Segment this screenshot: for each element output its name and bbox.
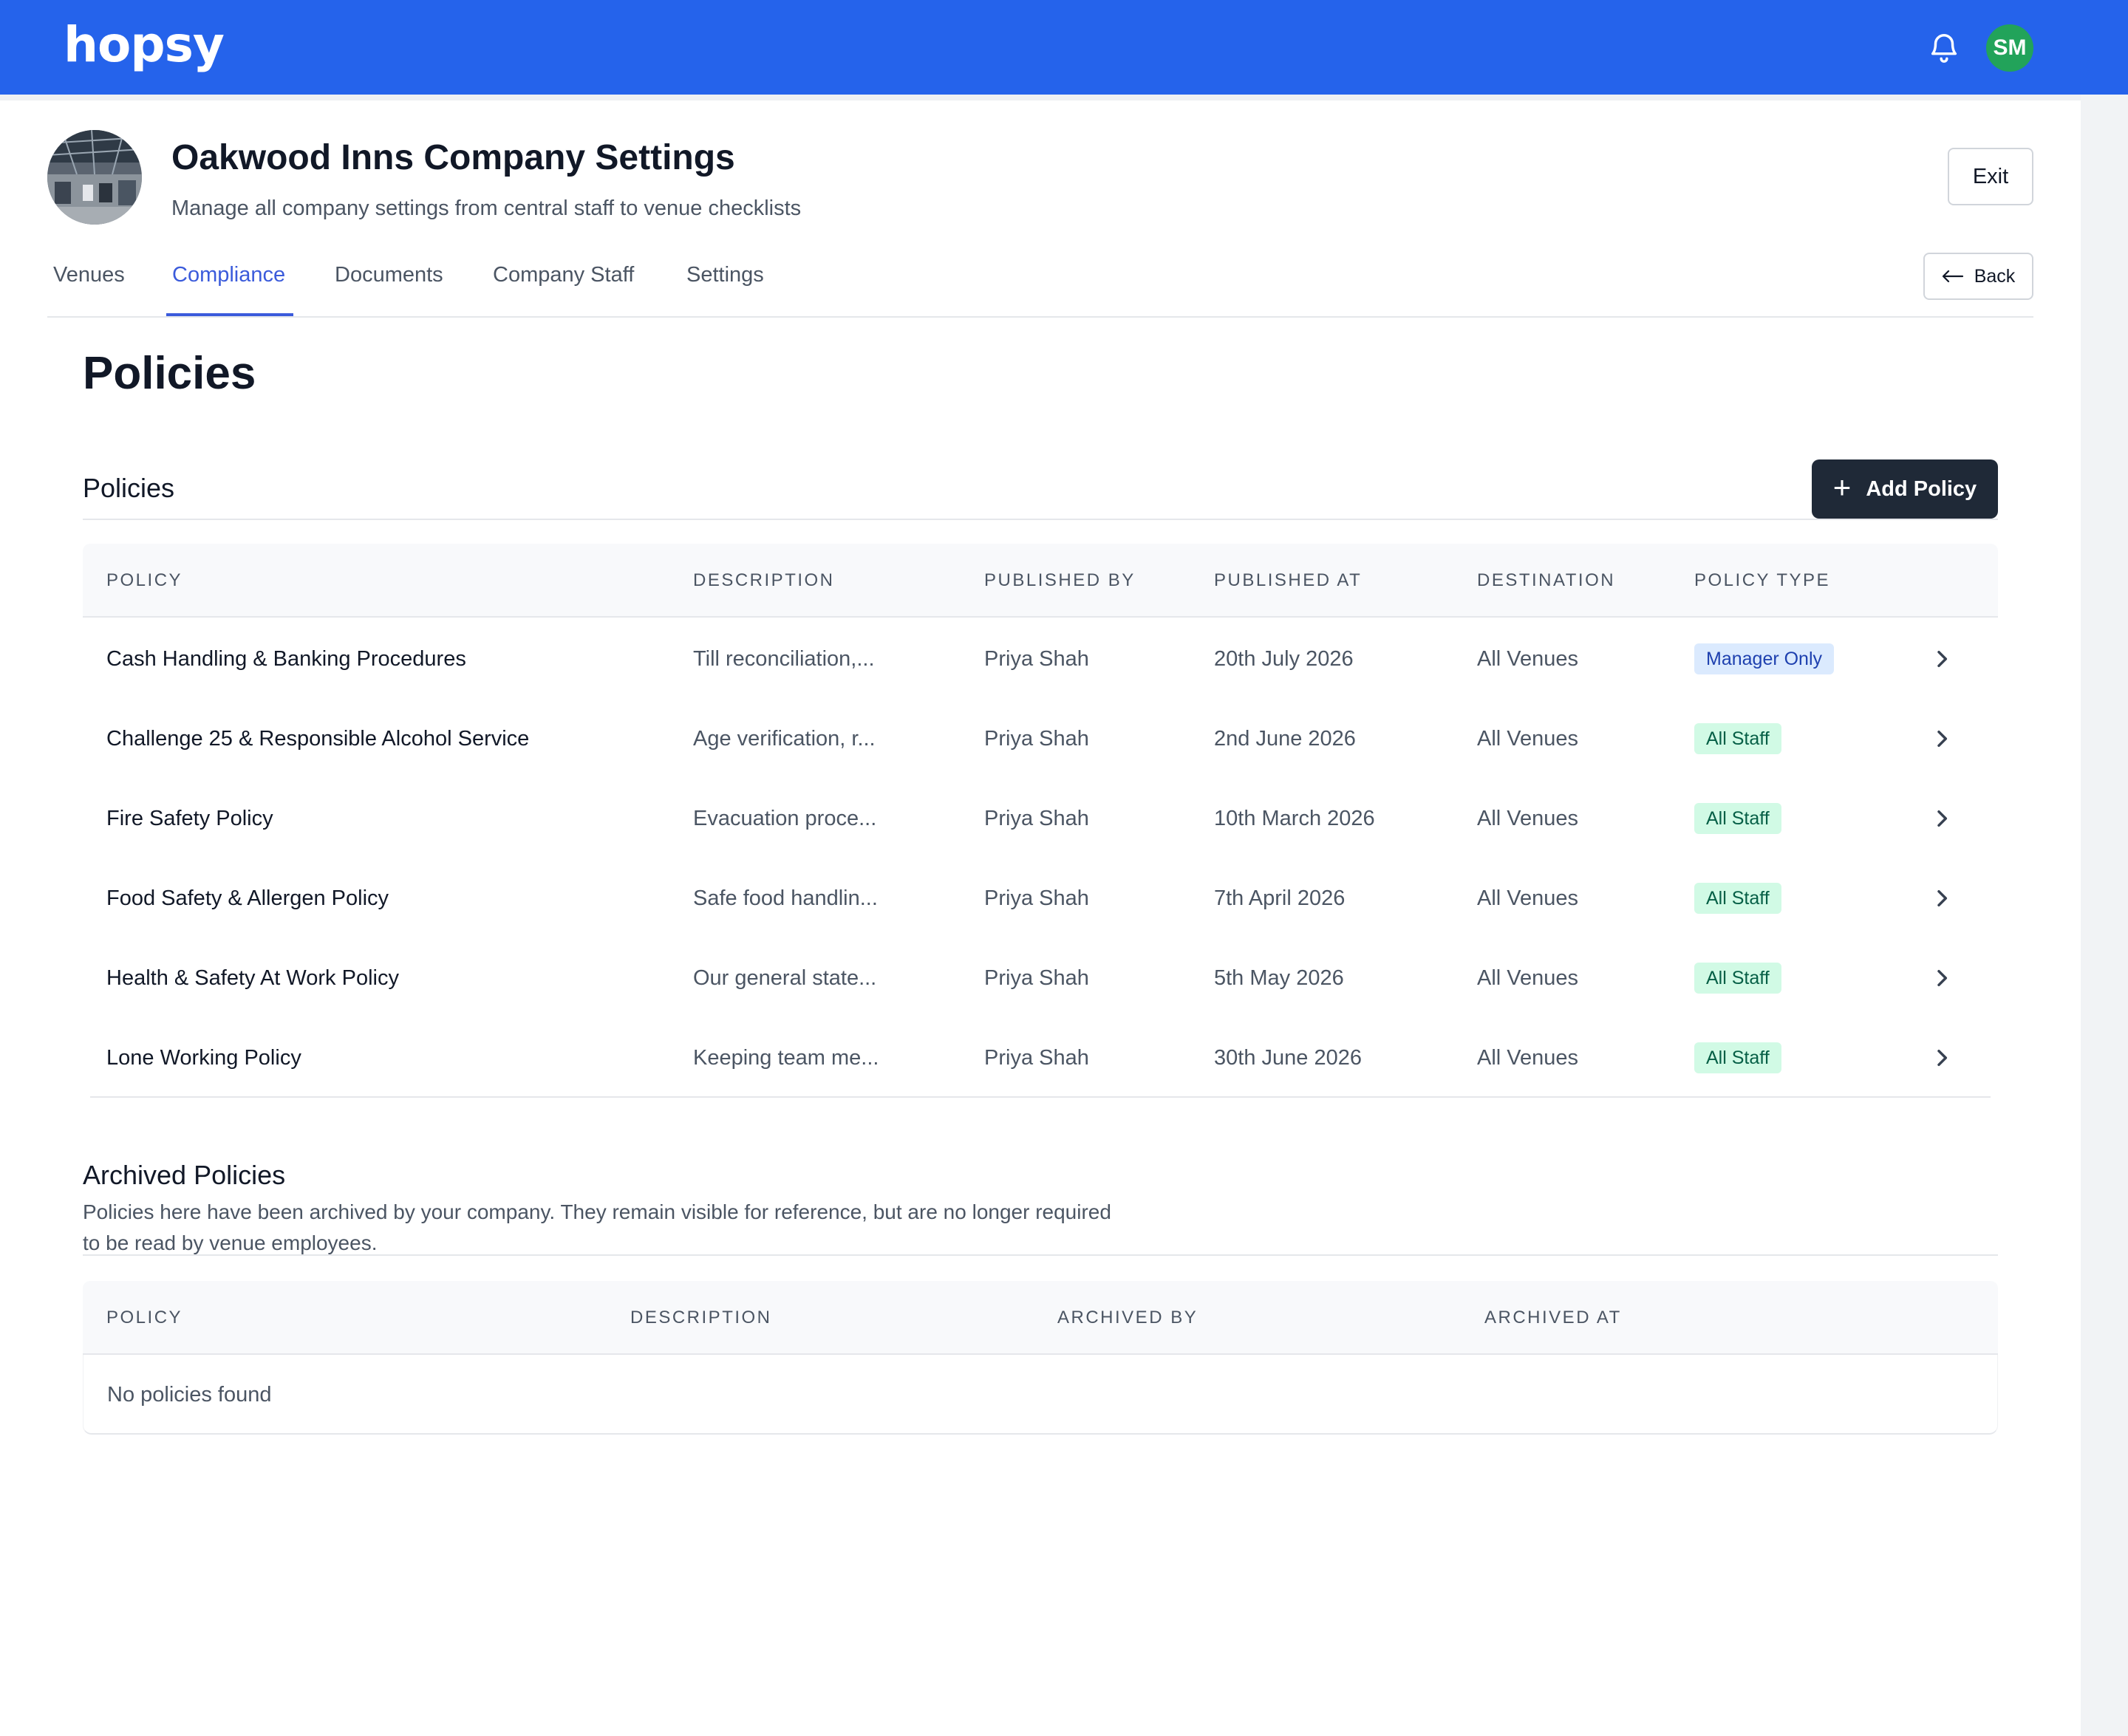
destination: All Venues (1477, 1046, 1579, 1070)
plus-icon: + (1832, 470, 1852, 505)
company-avatar (47, 130, 142, 225)
policy-description: Our general state... (693, 966, 877, 990)
published-by: Priya Shah (984, 966, 1089, 990)
back-button[interactable]: Back (1923, 253, 2033, 300)
user-avatar[interactable]: SM (1986, 24, 2033, 72)
section-heading: Policies (83, 348, 256, 399)
page-gutter (2081, 95, 2128, 1736)
table-row[interactable]: Fire Safety Policy Evacuation proce... P… (83, 779, 1998, 858)
add-policy-button[interactable]: + Add Policy (1812, 459, 1998, 519)
policies-title: Policies (83, 473, 175, 503)
column-header-policy[interactable]: POLICY (106, 1281, 183, 1355)
tabs-divider (47, 316, 2033, 318)
published-at: 5th May 2026 (1214, 966, 1344, 990)
column-header-published-at[interactable]: PUBLISHED AT (1214, 544, 1362, 618)
column-header-published-by[interactable]: PUBLISHED BY (984, 544, 1136, 618)
destination: All Venues (1477, 727, 1579, 751)
tab-venues[interactable]: Venues (53, 263, 125, 287)
policy-description: Age verification, r... (693, 727, 876, 751)
tab-company-staff[interactable]: Company Staff (493, 263, 634, 287)
page-subtitle: Manage all company settings from central… (171, 197, 802, 220)
policy-name: Fire Safety Policy (106, 807, 273, 830)
policy-type-badge: Manager Only (1694, 643, 1835, 674)
published-at: 7th April 2026 (1214, 886, 1346, 910)
archived-title: Archived Policies (83, 1160, 286, 1190)
published-at: 2nd June 2026 (1214, 727, 1356, 751)
published-at: 20th July 2026 (1214, 647, 1354, 671)
published-by: Priya Shah (984, 807, 1089, 830)
policies-divider (83, 519, 1998, 520)
header-shadow (0, 95, 2081, 100)
column-header-policy-type[interactable]: POLICY TYPE (1694, 544, 1830, 618)
policy-description: Keeping team me... (693, 1046, 879, 1070)
policies-table-bottom (90, 1096, 1991, 1098)
policy-type-badge: All Staff (1694, 883, 1781, 914)
destination: All Venues (1477, 647, 1579, 671)
chevron-right-icon[interactable] (1930, 647, 1954, 671)
tab-compliance[interactable]: Compliance (172, 263, 285, 287)
archived-divider (83, 1254, 1998, 1256)
chevron-right-icon[interactable] (1930, 727, 1954, 751)
policies-table-header: POLICY DESCRIPTION PUBLISHED BY PUBLISHE… (83, 544, 1998, 618)
archived-table-header: POLICY DESCRIPTION ARCHIVED BY ARCHIVED … (83, 1281, 1998, 1355)
published-by: Priya Shah (984, 1046, 1089, 1070)
chevron-right-icon[interactable] (1930, 966, 1954, 990)
policy-type-badge: All Staff (1694, 963, 1781, 994)
policy-name: Cash Handling & Banking Procedures (106, 647, 466, 671)
destination: All Venues (1477, 886, 1579, 910)
policy-description: Till reconciliation,... (693, 647, 875, 671)
column-header-description[interactable]: DESCRIPTION (693, 544, 835, 618)
back-label: Back (1974, 265, 2016, 287)
tab-documents[interactable]: Documents (335, 263, 443, 287)
arrow-left-icon (1942, 270, 1963, 283)
exit-label: Exit (1972, 164, 2009, 188)
column-header-archived-by[interactable]: ARCHIVED BY (1057, 1281, 1198, 1355)
policy-type-badge: All Staff (1694, 1042, 1781, 1073)
table-row[interactable]: Lone Working Policy Keeping team me... P… (83, 1018, 1998, 1098)
table-row[interactable]: Cash Handling & Banking Procedures Till … (83, 619, 1998, 699)
add-policy-label: Add Policy (1866, 476, 1977, 501)
column-header-archived-at[interactable]: ARCHIVED AT (1484, 1281, 1622, 1355)
policy-name: Health & Safety At Work Policy (106, 966, 399, 990)
bell-icon[interactable] (1927, 30, 1961, 66)
archived-empty-row: No policies found (83, 1355, 1998, 1435)
chevron-right-icon[interactable] (1930, 1046, 1954, 1070)
policy-description: Evacuation proce... (693, 807, 877, 830)
published-by: Priya Shah (984, 647, 1089, 671)
table-row[interactable]: Challenge 25 & Responsible Alcohol Servi… (83, 699, 1998, 779)
column-header-destination[interactable]: DESTINATION (1477, 544, 1615, 618)
policy-name: Challenge 25 & Responsible Alcohol Servi… (106, 727, 530, 751)
table-row[interactable]: Food Safety & Allergen Policy Safe food … (83, 858, 1998, 938)
tab-settings[interactable]: Settings (686, 263, 764, 287)
top-navbar: hopsy SM (0, 0, 2128, 95)
empty-state-text: No policies found (107, 1383, 272, 1407)
column-header-policy[interactable]: POLICY (106, 544, 183, 618)
column-header-description[interactable]: DESCRIPTION (630, 1281, 772, 1355)
published-at: 30th June 2026 (1214, 1046, 1362, 1070)
hopsy-logo[interactable]: hopsy (64, 16, 225, 73)
policy-name: Lone Working Policy (106, 1046, 301, 1070)
page-title: Oakwood Inns Company Settings (171, 138, 735, 177)
policy-type-badge: All Staff (1694, 803, 1781, 834)
published-at: 10th March 2026 (1214, 807, 1375, 830)
published-by: Priya Shah (984, 727, 1089, 751)
destination: All Venues (1477, 966, 1579, 990)
policy-name: Food Safety & Allergen Policy (106, 886, 389, 910)
table-row[interactable]: Health & Safety At Work Policy Our gener… (83, 938, 1998, 1018)
policy-type-badge: All Staff (1694, 723, 1781, 754)
published-by: Priya Shah (984, 886, 1089, 910)
chevron-right-icon[interactable] (1930, 886, 1954, 910)
exit-button[interactable]: Exit (1948, 148, 2033, 205)
chevron-right-icon[interactable] (1930, 807, 1954, 830)
destination: All Venues (1477, 807, 1579, 830)
policy-description: Safe food handlin... (693, 886, 878, 910)
archived-description: Policies here have been archived by your… (83, 1200, 1111, 1254)
